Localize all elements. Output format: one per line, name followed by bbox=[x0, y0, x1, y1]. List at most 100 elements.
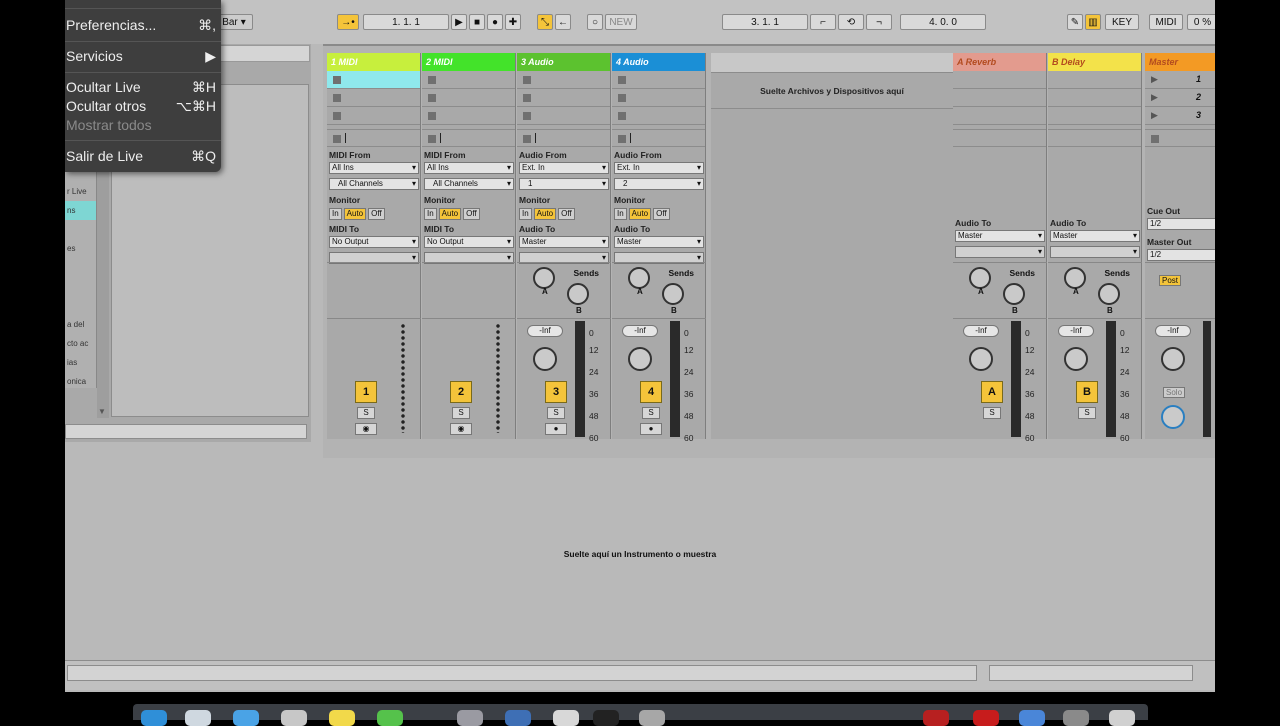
monitor-toggle[interactable]: In Auto Off bbox=[614, 208, 704, 220]
solo-cue-button[interactable]: Solo bbox=[1163, 387, 1186, 398]
clip-slot[interactable] bbox=[1048, 107, 1141, 125]
key-map-button[interactable]: KEY bbox=[1105, 14, 1139, 30]
track-title[interactable]: B Delay bbox=[1048, 53, 1141, 71]
stop-all-icon[interactable] bbox=[428, 135, 436, 143]
send-a-knob[interactable] bbox=[1064, 267, 1086, 289]
monitor-toggle[interactable]: In Auto Off bbox=[519, 208, 609, 220]
browser-category[interactable]: r Live bbox=[65, 182, 96, 201]
output-select[interactable]: Master bbox=[614, 236, 704, 248]
clip-stop-icon[interactable] bbox=[333, 94, 341, 102]
input-type-select[interactable]: All Ins bbox=[329, 162, 419, 174]
clip-slot[interactable] bbox=[517, 71, 610, 89]
monitor-in-button[interactable]: In bbox=[424, 208, 437, 220]
master-title[interactable]: Master bbox=[1145, 53, 1215, 71]
output-select[interactable]: Master bbox=[1050, 230, 1140, 242]
track-title[interactable]: 2 MIDI bbox=[422, 53, 515, 71]
browser-category[interactable]: ias bbox=[65, 353, 96, 372]
send-a-knob[interactable] bbox=[533, 267, 555, 289]
session-record-button[interactable]: ○ bbox=[587, 14, 603, 30]
clip-stop-icon[interactable] bbox=[618, 112, 626, 120]
scene-launch[interactable]: ▶ 1 bbox=[1145, 71, 1215, 89]
arm-button[interactable]: ◉ bbox=[450, 423, 472, 435]
monitor-off-button[interactable]: Off bbox=[463, 208, 480, 220]
track-drop-area[interactable]: Suelte Archivos y Dispositivos aquí bbox=[711, 53, 953, 439]
monitor-off-button[interactable]: Off bbox=[653, 208, 670, 220]
solo-button[interactable]: S bbox=[1078, 407, 1096, 419]
pan-knob[interactable] bbox=[1161, 347, 1185, 371]
clip-stop-icon[interactable] bbox=[428, 76, 436, 84]
pan-knob[interactable] bbox=[1064, 347, 1088, 371]
track-activator-button[interactable]: A bbox=[981, 381, 1003, 403]
browser-category[interactable]: onica bbox=[65, 372, 96, 391]
record-button[interactable]: ● bbox=[487, 14, 503, 30]
output-select[interactable]: Master bbox=[519, 236, 609, 248]
solo-button[interactable]: S bbox=[357, 407, 375, 419]
punch-out-button[interactable]: ¬ bbox=[866, 14, 892, 30]
send-b-knob[interactable] bbox=[1003, 283, 1025, 305]
track-activator-button[interactable]: 1 bbox=[355, 381, 377, 403]
finder-icon[interactable] bbox=[141, 710, 167, 726]
app-icon-red-2[interactable] bbox=[973, 710, 999, 726]
overdub-button[interactable]: ✚ bbox=[505, 14, 521, 30]
loop-start[interactable]: 3. 1. 1 bbox=[722, 14, 808, 30]
browser-category[interactable] bbox=[65, 258, 96, 277]
send-b-knob[interactable] bbox=[567, 283, 589, 305]
clip-slot[interactable] bbox=[953, 89, 1046, 107]
clip-slot[interactable] bbox=[1048, 89, 1141, 107]
menu-item[interactable]: Ocultar otros ⌥⌘H bbox=[66, 98, 216, 115]
send-b-knob[interactable] bbox=[662, 283, 684, 305]
volume-field[interactable]: -Inf bbox=[963, 325, 999, 337]
arm-button[interactable]: ● bbox=[545, 423, 567, 435]
track-activator-button[interactable]: 4 bbox=[640, 381, 662, 403]
master-out-select[interactable]: 1/2 bbox=[1147, 249, 1215, 261]
ableton-live-icon[interactable] bbox=[553, 710, 579, 726]
clip-slot[interactable] bbox=[327, 107, 420, 125]
output-channel-select[interactable] bbox=[955, 246, 1045, 258]
scroll-down-icon[interactable]: ▼ bbox=[98, 407, 106, 416]
output-channel-select[interactable] bbox=[1050, 246, 1140, 258]
solo-button[interactable]: S bbox=[642, 407, 660, 419]
messages-icon[interactable] bbox=[377, 710, 403, 726]
menu-item[interactable]: Preferencias... ⌘, bbox=[66, 17, 216, 34]
automation-arm-button[interactable]: ⤡ bbox=[537, 14, 553, 30]
browser-category[interactable] bbox=[65, 220, 96, 239]
utility-icon[interactable] bbox=[639, 710, 665, 726]
clip-stop-icon[interactable] bbox=[333, 112, 341, 120]
clip-stop-icon[interactable] bbox=[428, 94, 436, 102]
stop-all-icon[interactable] bbox=[1151, 135, 1159, 143]
solo-button[interactable]: S bbox=[452, 407, 470, 419]
clip-slot[interactable] bbox=[953, 71, 1046, 89]
stop-all-icon[interactable] bbox=[618, 135, 626, 143]
loop-length[interactable]: 4. 0. 0 bbox=[900, 14, 986, 30]
scene-play-icon[interactable]: ▶ bbox=[1151, 92, 1158, 103]
clip-slot[interactable] bbox=[327, 89, 420, 107]
monitor-in-button[interactable]: In bbox=[614, 208, 627, 220]
track-title[interactable]: 1 MIDI bbox=[327, 53, 420, 71]
clip-slot[interactable] bbox=[953, 107, 1046, 125]
clip-slot[interactable] bbox=[612, 89, 705, 107]
input-channel-select[interactable]: 2 bbox=[614, 178, 704, 190]
output-select[interactable]: No Output bbox=[329, 236, 419, 248]
pan-knob[interactable] bbox=[533, 347, 557, 371]
browser-category[interactable]: cto ac bbox=[65, 334, 96, 353]
clip-slot[interactable] bbox=[422, 71, 515, 89]
clip-slot[interactable] bbox=[422, 89, 515, 107]
computer-keyboard-button[interactable]: ▥ bbox=[1085, 14, 1101, 30]
browser-category[interactable]: es bbox=[65, 239, 96, 258]
safari-icon[interactable] bbox=[185, 710, 211, 726]
scene-launch[interactable]: ▶ 2 bbox=[1145, 89, 1215, 107]
menu-item[interactable]: Salir de Live ⌘Q bbox=[66, 148, 216, 165]
folder-icon[interactable] bbox=[1019, 710, 1045, 726]
punch-in-button[interactable]: ⌐ bbox=[810, 14, 836, 30]
arm-button[interactable]: ● bbox=[640, 423, 662, 435]
app-icon-red[interactable] bbox=[923, 710, 949, 726]
monitor-toggle[interactable]: In Auto Off bbox=[424, 208, 514, 220]
solo-button[interactable]: S bbox=[547, 407, 565, 419]
monitor-off-button[interactable]: Off bbox=[368, 208, 385, 220]
track-activator-button[interactable]: 2 bbox=[450, 381, 472, 403]
itunes-icon[interactable] bbox=[593, 710, 619, 726]
track-activator-button[interactable]: 3 bbox=[545, 381, 567, 403]
track-title[interactable]: 3 Audio bbox=[517, 53, 610, 71]
post-button[interactable]: Post bbox=[1159, 275, 1182, 286]
browser-preview-bar[interactable] bbox=[65, 424, 307, 439]
